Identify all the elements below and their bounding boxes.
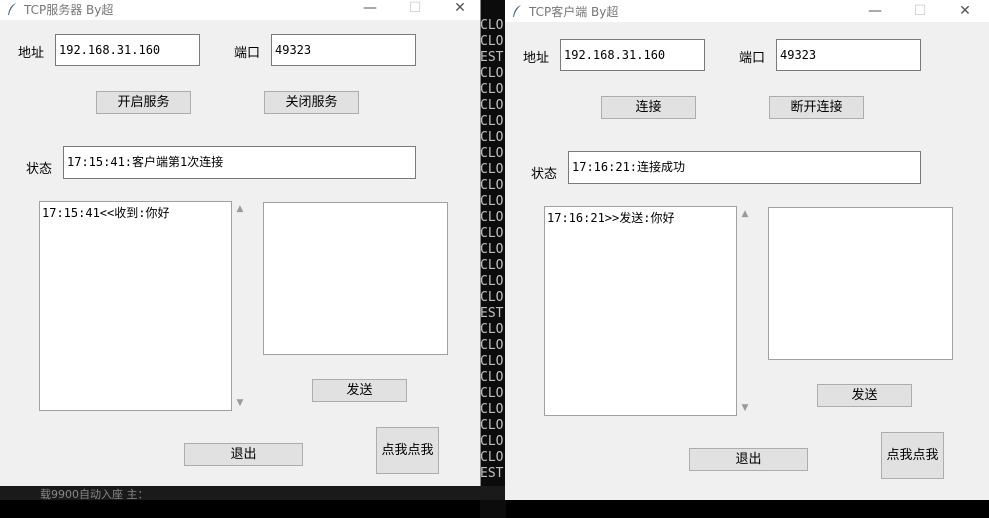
- send-button[interactable]: 发送: [817, 384, 912, 407]
- console-window: CLO CLO EST CLO CLO CLO CLO CLO CLO CLO CLO CLO CLO C…: [480, 0, 506, 518]
- console-line: CLO: [480, 130, 504, 145]
- message-log[interactable]: 17:16:21>>发送:你好: [544, 206, 737, 416]
- console-line: CLO: [480, 98, 504, 113]
- console-line: CLO: [480, 18, 504, 33]
- address-label: 地址: [523, 51, 550, 66]
- console-line: CLO: [480, 226, 504, 241]
- console-line: CLO: [480, 258, 504, 273]
- click-me-button[interactable]: 点我点我: [376, 427, 439, 474]
- console-line: CLO: [480, 322, 504, 337]
- port-input[interactable]: 49323: [776, 39, 921, 71]
- scroll-down-icon[interactable]: ▼: [232, 396, 248, 410]
- send-input[interactable]: [263, 202, 448, 355]
- console-line: CLO: [480, 434, 504, 449]
- background-text: 载9900自动入座 主：: [0, 486, 540, 500]
- console-line: CLO: [480, 418, 504, 433]
- send-button[interactable]: 发送: [312, 379, 407, 402]
- minimize-button[interactable]: —: [355, 0, 385, 18]
- console-line: CLO: [480, 370, 504, 385]
- client-window: TCP客户端 By超 — ☐ ✕ 地址 192.168.31.160 端口 49…: [505, 0, 989, 500]
- status-field: 17:16:21:连接成功: [568, 151, 921, 184]
- scroll-up-icon[interactable]: ▲: [232, 202, 248, 216]
- console-line: CLO: [480, 178, 504, 193]
- console-line: CLO: [480, 338, 504, 353]
- client-titlebar[interactable]: TCP客户端 By超 — ☐ ✕: [505, 0, 989, 22]
- console-line: CLO: [480, 242, 504, 257]
- address-input[interactable]: 192.168.31.160: [55, 34, 200, 66]
- console-line: CLO: [480, 194, 504, 209]
- message-log-scrollbar[interactable]: ▲ ▼: [232, 202, 248, 410]
- send-input[interactable]: [768, 207, 953, 360]
- port-input[interactable]: 49323: [271, 34, 416, 66]
- address-label: 地址: [18, 46, 45, 61]
- stop-service-button[interactable]: 关闭服务: [264, 91, 359, 114]
- message-log[interactable]: 17:15:41<<收到:你好: [39, 201, 232, 411]
- console-line: CLO: [480, 66, 504, 81]
- click-me-button[interactable]: 点我点我: [881, 432, 944, 479]
- message-log-scrollbar[interactable]: ▲ ▼: [737, 207, 753, 415]
- feather-icon: [513, 5, 521, 17]
- server-title: TCP服务器 By超: [24, 3, 114, 17]
- console-line: CLO: [480, 354, 504, 369]
- feather-icon: [8, 3, 16, 15]
- close-button[interactable]: ✕: [445, 0, 475, 18]
- exit-button[interactable]: 退出: [184, 443, 303, 466]
- console-line: CLO: [480, 34, 504, 49]
- connect-button[interactable]: 连接: [601, 96, 696, 119]
- console-line: CLO: [480, 290, 504, 305]
- console-line: CLO: [480, 146, 504, 161]
- minimize-button[interactable]: —: [860, 1, 890, 21]
- console-line: CLO: [480, 114, 504, 129]
- close-button[interactable]: ✕: [950, 1, 980, 21]
- console-line: CLO: [480, 162, 504, 177]
- console-line: CLO: [480, 82, 504, 97]
- maximize-button[interactable]: ☐: [400, 0, 430, 18]
- maximize-button[interactable]: ☐: [905, 1, 935, 21]
- server-window: TCP服务器 By超 — ☐ ✕ 地址 192.168.31.160 端口 49…: [0, 0, 481, 486]
- console-line: CLO: [480, 450, 504, 465]
- console-line: EST: [480, 306, 504, 321]
- status-field: 17:15:41:客户端第1次连接: [63, 146, 416, 179]
- console-line: EST: [480, 466, 504, 481]
- console-line: CLO: [480, 402, 504, 417]
- address-input[interactable]: 192.168.31.160: [560, 39, 705, 71]
- console-line: EST: [480, 50, 504, 65]
- status-label: 状态: [531, 167, 558, 182]
- client-title: TCP客户端 By超: [529, 5, 619, 19]
- disconnect-button[interactable]: 断开连接: [769, 96, 864, 119]
- start-service-button[interactable]: 开启服务: [96, 91, 191, 114]
- port-label: 端口: [234, 46, 261, 61]
- status-label: 状态: [26, 162, 53, 177]
- server-titlebar[interactable]: TCP服务器 By超 — ☐ ✕: [0, 0, 480, 20]
- console-line: CLO: [480, 274, 504, 289]
- console-line: CLO: [480, 210, 504, 225]
- scroll-up-icon[interactable]: ▲: [737, 207, 753, 221]
- port-label: 端口: [739, 51, 766, 66]
- scroll-down-icon[interactable]: ▼: [737, 401, 753, 415]
- exit-button[interactable]: 退出: [689, 448, 808, 471]
- console-line: CLO: [480, 386, 504, 401]
